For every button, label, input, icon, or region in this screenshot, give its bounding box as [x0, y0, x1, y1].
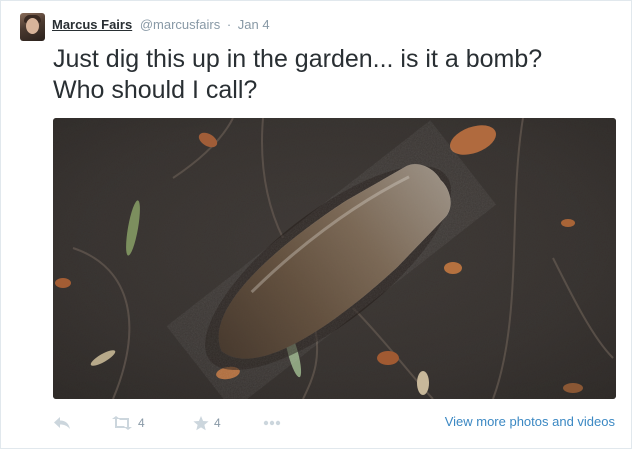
tweet-text: Just dig this up in the garden... is it … — [53, 44, 623, 106]
tweet-photo[interactable] — [53, 118, 616, 399]
reply-button[interactable] — [53, 411, 71, 435]
tweet-date[interactable]: Jan 4 — [238, 17, 270, 32]
tweet-card: Marcus Fairs @marcusfairs · Jan 4 Just d… — [0, 0, 632, 449]
separator-dot: · — [226, 17, 232, 32]
tweet-text-line-1: Just dig this up in the garden... is it … — [53, 45, 543, 73]
favorite-count: 4 — [214, 416, 221, 430]
author-name[interactable]: Marcus Fairs — [52, 17, 132, 32]
photo-image — [53, 118, 616, 399]
more-button[interactable] — [263, 411, 281, 435]
retweet-button[interactable]: 4 — [111, 411, 145, 435]
author-handle[interactable]: @marcusfairs — [140, 17, 220, 32]
tweet-header: Marcus Fairs @marcusfairs · Jan 4 — [52, 17, 270, 33]
view-more-photos-link[interactable]: View more photos and videos — [445, 414, 615, 429]
avatar-face — [26, 18, 39, 34]
avatar[interactable] — [20, 13, 45, 41]
reply-icon — [54, 417, 70, 429]
tweet-actions: 4 4 View more photos and videos — [53, 411, 619, 435]
favorite-button[interactable]: 4 — [193, 411, 221, 435]
more-icon — [263, 420, 281, 426]
retweet-count: 4 — [138, 416, 145, 430]
star-icon — [193, 415, 209, 430]
tweet-text-line-2: Who should I call? — [53, 76, 258, 104]
retweet-icon — [112, 416, 132, 430]
